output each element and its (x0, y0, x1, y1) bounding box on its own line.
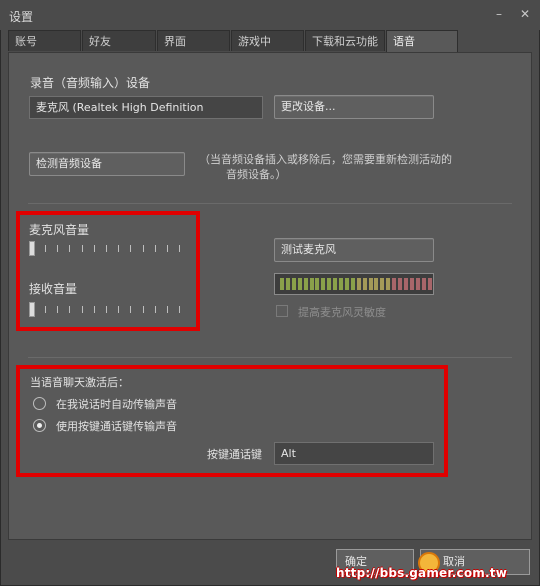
meter-segment (297, 278, 302, 290)
change-device-button[interactable]: 更改设备... (274, 95, 434, 119)
meter-segment (403, 278, 408, 290)
window-title: 设置 (9, 10, 34, 24)
mic-level-meter (274, 273, 434, 295)
settings-window: 设置 – ✕ 账号 好友 界面 游戏中 下载和云功能 语音 录音（音频输入）设备… (0, 0, 540, 586)
tab-voice[interactable]: 语音 (386, 30, 458, 52)
tab-bar: 账号 好友 界面 游戏中 下载和云功能 语音 (8, 30, 532, 52)
detect-note-line2: 音频设备。） (226, 168, 287, 181)
meter-segment (339, 278, 343, 290)
meter-segment (309, 278, 314, 290)
meter-segment (315, 278, 320, 290)
meter-segment (409, 278, 414, 290)
meter-segment (291, 278, 296, 290)
highlight-box-voice-activation (16, 365, 448, 477)
meter-segment (398, 278, 402, 290)
tab-downloads-cloud[interactable]: 下载和云功能 (305, 30, 385, 51)
divider (28, 203, 512, 204)
meter-segment (285, 278, 290, 290)
boost-mic-checkbox[interactable] (276, 305, 288, 317)
meter-segment (368, 278, 373, 290)
meter-segment (344, 278, 349, 290)
meter-segment (386, 278, 391, 290)
meter-segment (356, 278, 361, 290)
meter-segment (327, 278, 332, 290)
meter-segment (280, 278, 284, 290)
title-bar: 设置 – ✕ (0, 0, 540, 30)
divider-2 (28, 357, 512, 358)
detect-note-line1: （当音频设备插入或移除后，您需要重新检测活动的 (199, 153, 452, 166)
meter-segment (362, 278, 367, 290)
close-icon[interactable]: ✕ (517, 7, 533, 21)
record-device-label: 录音（音频输入）设备 (30, 76, 151, 90)
meter-segment (350, 278, 355, 290)
meter-segment (333, 278, 338, 290)
record-device-field: 麦克风 (Realtek High Definition (29, 96, 263, 119)
meter-segment (380, 278, 385, 290)
meter-segment (374, 278, 379, 290)
tab-interface[interactable]: 界面 (157, 30, 230, 51)
meter-segment (392, 278, 397, 290)
minimize-icon[interactable]: – (491, 7, 507, 21)
tab-account[interactable]: 账号 (8, 30, 81, 51)
meter-segment (303, 278, 308, 290)
highlight-box-volume (16, 211, 200, 331)
tab-in-game[interactable]: 游戏中 (231, 30, 304, 51)
boost-mic-label: 提高麦克风灵敏度 (298, 306, 386, 319)
watermark-text: http://bbs.gamer.com.tw (336, 566, 507, 580)
tab-friends[interactable]: 好友 (82, 30, 156, 51)
detect-note: （当音频设备插入或移除后，您需要重新检测活动的 音频设备。） (199, 152, 499, 182)
detect-audio-button[interactable]: 检测音频设备 (29, 152, 185, 176)
meter-segment (321, 278, 326, 290)
meter-segment (427, 278, 432, 290)
meter-segment (421, 278, 426, 290)
test-mic-button[interactable]: 测试麦克风 (274, 238, 434, 262)
meter-segment (415, 278, 420, 290)
